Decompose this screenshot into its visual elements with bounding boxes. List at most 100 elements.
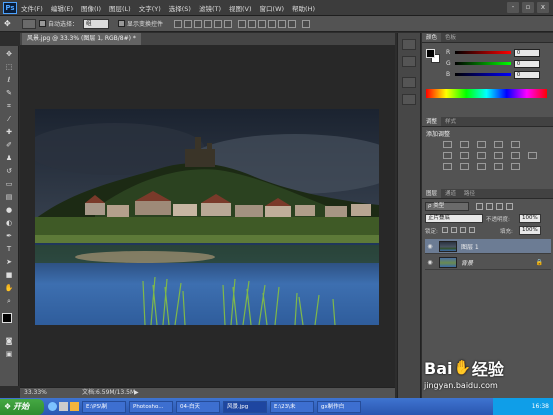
filter-shape-icon[interactable] (506, 203, 513, 210)
lock-position-icon[interactable] (460, 227, 466, 233)
gradient-icon[interactable]: ▤ (3, 192, 16, 202)
invert-icon[interactable] (443, 163, 452, 170)
taskbar-item-landscape[interactable]: 风景.jpg (223, 400, 267, 413)
taskbar-item-photoshop[interactable]: Photosho... (129, 400, 173, 413)
menu-window[interactable]: 窗口(W) (260, 3, 285, 13)
move-icon[interactable]: ✥ (3, 49, 16, 59)
eraser-icon[interactable]: ▭ (3, 179, 16, 189)
layer-row-background[interactable]: ◉ 背景 🔒 (425, 255, 551, 270)
pen-icon[interactable]: ✒ (3, 231, 16, 241)
distribute-vcenter-icon[interactable] (248, 19, 257, 28)
info-panel-icon[interactable] (402, 94, 416, 105)
properties-panel-icon[interactable] (402, 77, 416, 88)
history-panel-icon[interactable] (402, 39, 416, 50)
lock-transparent-icon[interactable] (442, 227, 448, 233)
distribute-top-icon[interactable] (238, 19, 247, 28)
tab-paths[interactable]: 路径 (460, 189, 479, 198)
threshold-icon[interactable] (477, 163, 486, 170)
tool-preset-picker[interactable] (22, 18, 36, 29)
screen-mode-icon[interactable]: ▣ (3, 349, 16, 359)
red-slider[interactable]: R 0 (422, 47, 553, 58)
desktop-icon[interactable] (59, 402, 68, 411)
zoom-icon[interactable]: ⌕ (3, 296, 16, 306)
lock-image-icon[interactable] (451, 227, 457, 233)
menu-view[interactable]: 视图(V) (229, 3, 252, 13)
fill-input[interactable]: 100% (519, 226, 541, 235)
distribute-hcenter-icon[interactable] (278, 19, 287, 28)
blue-track[interactable] (455, 73, 511, 76)
align-left-icon[interactable] (204, 19, 213, 28)
hand-icon[interactable]: ✋ (3, 283, 16, 293)
photo-filter-icon[interactable] (494, 152, 503, 159)
quick-select-icon[interactable]: ✎ (3, 88, 16, 98)
landscape-photo[interactable] (35, 109, 379, 325)
color-lookup-icon[interactable] (528, 152, 537, 159)
posterize-icon[interactable] (460, 163, 469, 170)
history-brush-icon[interactable]: ↺ (3, 166, 16, 176)
tab-adjustments[interactable]: 调整 (422, 117, 442, 126)
filter-type-icon[interactable] (496, 203, 503, 210)
blue-value[interactable]: 0 (514, 70, 540, 79)
curves-icon[interactable] (477, 141, 486, 148)
show-transform-checkbox[interactable] (118, 20, 126, 27)
vibrance-icon[interactable] (511, 141, 520, 148)
eyedropper-icon[interactable]: ⁄ (3, 114, 16, 124)
tab-color[interactable]: 颜色 (422, 33, 442, 42)
layer-name[interactable]: 图层 1 (461, 242, 551, 251)
layer-filter-dropdown[interactable]: ρ 类型 (425, 202, 469, 211)
clone-stamp-icon[interactable]: ♟ (3, 153, 16, 163)
minimize-button[interactable]: - (507, 2, 519, 13)
foreground-color-swatch[interactable] (2, 313, 12, 323)
type-icon[interactable]: T (3, 244, 16, 254)
color-spectrum-ramp[interactable] (426, 89, 547, 98)
status-menu-arrow-icon[interactable]: ▶ (134, 388, 139, 398)
green-track[interactable] (455, 62, 511, 65)
taskbar-item-daytime[interactable]: 04-白天 (176, 400, 220, 413)
distribute-bottom-icon[interactable] (258, 19, 267, 28)
red-value[interactable]: 0 (514, 48, 540, 57)
color-swatches[interactable] (1, 312, 17, 328)
auto-select-checkbox[interactable] (39, 20, 46, 27)
close-button[interactable]: x (537, 2, 549, 13)
align-top-icon[interactable] (174, 19, 183, 28)
start-button[interactable]: ❖ 开始 (0, 398, 44, 415)
tab-styles[interactable]: 样式 (441, 117, 460, 126)
menu-edit[interactable]: 编辑(E) (51, 3, 73, 13)
taskbar-item-gx[interactable]: gx制作白 (317, 400, 361, 413)
maximize-button[interactable]: ▫ (522, 2, 534, 13)
visibility-eye-icon[interactable]: ◉ (425, 259, 435, 266)
brightness-icon[interactable] (443, 141, 452, 148)
visibility-eye-icon[interactable]: ◉ (425, 243, 435, 250)
blur-icon[interactable]: ● (3, 205, 16, 215)
brush-icon[interactable]: ✐ (3, 140, 16, 150)
menu-select[interactable]: 选择(S) (169, 3, 191, 13)
filter-pixel-icon[interactable] (476, 203, 483, 210)
menu-image[interactable]: 图像(I) (81, 3, 101, 13)
document-tab[interactable]: 风景.jpg @ 33.3% (图层 1, RGB/8#) * (22, 33, 141, 45)
clock[interactable]: 16:38 (532, 403, 549, 410)
levels-icon[interactable] (460, 141, 469, 148)
layer-name[interactable]: 背景 (461, 258, 536, 267)
crop-icon[interactable]: ⌗ (3, 101, 16, 111)
distribute-left-icon[interactable] (268, 19, 277, 28)
auto-select-dropdown[interactable]: 组 (83, 18, 110, 29)
rectangle-icon[interactable]: ■ (3, 270, 16, 280)
tab-swatches[interactable]: 色板 (441, 33, 460, 42)
move-tool-icon[interactable]: ✥ (4, 18, 18, 29)
hue-saturation-icon[interactable] (443, 152, 452, 159)
distribute-right-icon[interactable] (288, 19, 297, 28)
align-vcenter-icon[interactable] (184, 19, 193, 28)
color-balance-icon[interactable] (460, 152, 469, 159)
actions-panel-icon[interactable] (402, 56, 416, 67)
menu-filter[interactable]: 滤镜(T) (199, 3, 221, 13)
marquee-icon[interactable]: ⬚ (3, 62, 16, 72)
menu-type[interactable]: 文字(Y) (139, 3, 161, 13)
black-white-icon[interactable] (477, 152, 486, 159)
align-right-icon[interactable] (224, 19, 233, 28)
selective-color-icon[interactable] (511, 163, 520, 170)
layer-row-1[interactable]: ◉ 图层 1 (425, 239, 551, 254)
exposure-icon[interactable] (494, 141, 503, 148)
channel-mixer-icon[interactable] (511, 152, 520, 159)
tab-layers[interactable]: 图层 (422, 189, 442, 198)
ie-icon[interactable] (48, 402, 57, 411)
